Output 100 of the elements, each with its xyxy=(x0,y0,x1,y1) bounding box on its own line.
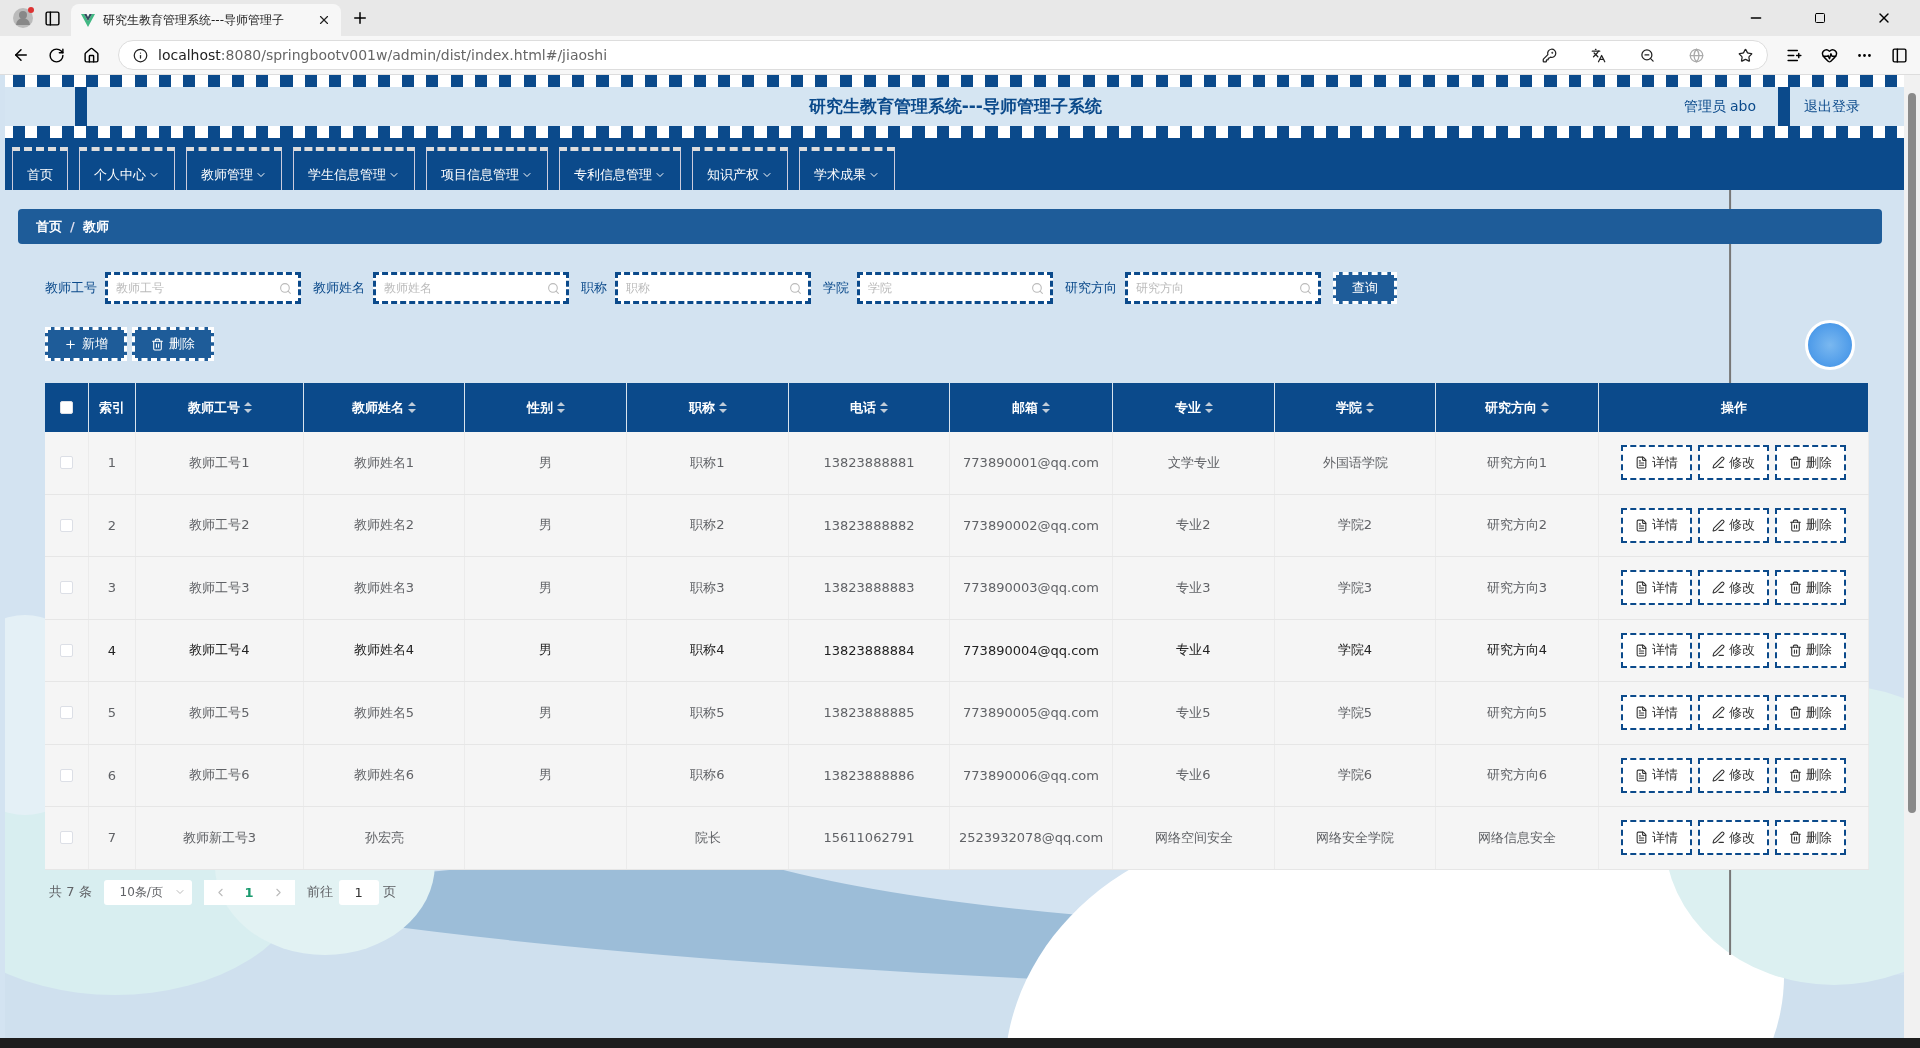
table-cell: 13823888884 xyxy=(823,642,915,658)
action-button[interactable]: 详情 xyxy=(1621,757,1692,793)
action-button[interactable]: 详情 xyxy=(1621,695,1692,731)
action-button[interactable]: 修改 xyxy=(1698,632,1769,668)
table-row[interactable]: 6 教师工号6 教师姓名6 男 职称6 13823888886 773890006@qq.com 专业6 学院6 研究方向6 详情 修改 删除 xyxy=(45,744,1869,807)
column-header[interactable]: 教师工号 xyxy=(136,383,304,432)
address-bar[interactable]: localhost:8080/springbootv001w/admin/dist/index.html#/jiaoshi xyxy=(118,40,1768,70)
nav-item[interactable]: 学生信息管理 xyxy=(293,147,415,190)
sort-icon[interactable] xyxy=(243,402,252,413)
action-button[interactable]: 删除 xyxy=(1775,507,1846,543)
table-row[interactable]: 3 教师工号3 教师姓名3 男 职称3 13823888883 773890003@qq.com 专业3 学院3 研究方向3 详情 修改 删除 xyxy=(45,557,1869,620)
select-all-checkbox[interactable] xyxy=(60,401,73,414)
sidebar-icon[interactable] xyxy=(1891,46,1908,64)
nav-item[interactable]: 项目信息管理 xyxy=(426,147,548,190)
action-button[interactable]: 删除 xyxy=(1775,570,1846,606)
translate-icon[interactable] xyxy=(1591,47,1606,63)
breadcrumb-item[interactable]: 首页 xyxy=(36,217,62,236)
nav-item[interactable]: 学术成果 xyxy=(799,147,895,190)
column-header[interactable]: 职称 xyxy=(627,383,789,432)
action-button[interactable]: 修改 xyxy=(1698,695,1769,731)
profile-icon[interactable] xyxy=(12,7,34,29)
action-button[interactable]: 详情 xyxy=(1621,445,1692,481)
sort-icon[interactable] xyxy=(1042,402,1050,413)
tabs-icon[interactable] xyxy=(44,9,61,27)
back-icon[interactable] xyxy=(12,46,30,64)
action-button[interactable]: 修改 xyxy=(1698,445,1769,481)
sort-icon[interactable] xyxy=(718,402,727,413)
table-cell: 教师工号4 xyxy=(189,641,250,660)
action-button[interactable]: 修改 xyxy=(1698,820,1769,856)
nav-item[interactable]: 知识产权 xyxy=(692,147,788,190)
sort-icon[interactable] xyxy=(880,402,888,413)
close-icon[interactable] xyxy=(317,13,331,27)
sort-icon[interactable] xyxy=(556,402,565,413)
table-cell: 773890005@qq.com xyxy=(963,705,1099,721)
table-row[interactable]: 7 教师新工号3 孙宏亮 院长 15611062791 2523932078@qq.com 网络空间安全 网络安全学院 网络信息安全 详情 修改 删除 xyxy=(45,807,1869,870)
row-checkbox[interactable] xyxy=(60,456,73,470)
home-icon[interactable] xyxy=(83,46,100,64)
action-button[interactable]: 修改 xyxy=(1698,570,1769,606)
key-icon[interactable] xyxy=(1542,47,1557,63)
page-number[interactable]: 1 xyxy=(244,884,254,900)
nav-item[interactable]: 专利信息管理 xyxy=(559,147,681,190)
search-field[interactable]: 教师姓名 xyxy=(373,272,569,304)
row-checkbox[interactable] xyxy=(60,831,73,845)
table-cell: 3 xyxy=(107,580,117,596)
column-header[interactable]: 教师姓名 xyxy=(304,383,465,432)
reload-icon[interactable] xyxy=(48,46,65,64)
table-row[interactable]: 1 教师工号1 教师姓名1 男 职称1 13823888881 773890001@qq.com 文学专业 外国语学院 研究方向1 详情 修改 删除 xyxy=(45,432,1869,495)
browser-tab[interactable]: 研究生教育管理系统---导师管理子 xyxy=(71,4,341,36)
row-checkbox[interactable] xyxy=(60,706,73,720)
action-button[interactable]: 修改 xyxy=(1698,507,1769,543)
table-cell: 教师工号6 xyxy=(189,766,250,785)
search-field[interactable]: 教师工号 xyxy=(105,272,301,304)
action-button[interactable]: 详情 xyxy=(1621,570,1692,606)
table-row[interactable]: 4 教师工号4 教师姓名4 男 职称4 13823888884 773890004@qq.com 专业4 学院4 研究方向4 详情 修改 删除 xyxy=(45,619,1869,682)
action-button[interactable]: 删除 xyxy=(1775,757,1846,793)
row-checkbox[interactable] xyxy=(60,768,73,782)
table-row[interactable]: 5 教师工号5 教师姓名5 男 职称5 13823888885 773890005@qq.com 专业5 学院5 研究方向5 详情 修改 删除 xyxy=(45,682,1869,745)
star-icon[interactable] xyxy=(1738,47,1753,63)
sort-icon[interactable] xyxy=(408,402,416,413)
search-field[interactable]: 职称 xyxy=(615,272,811,304)
sort-icon[interactable] xyxy=(1541,402,1549,413)
action-button[interactable]: 删除 xyxy=(1775,445,1846,481)
column-header[interactable]: 邮箱 xyxy=(950,383,1113,432)
column-header[interactable]: 电话 xyxy=(789,383,950,432)
column-header[interactable]: 专业 xyxy=(1113,383,1275,432)
add-button[interactable]: 新增 xyxy=(45,327,127,361)
nav-item[interactable]: 个人中心 xyxy=(79,147,175,190)
row-checkbox[interactable] xyxy=(60,581,73,595)
column-header[interactable]: 性别 xyxy=(465,383,627,432)
scrollbar-thumb[interactable] xyxy=(1908,93,1916,813)
column-header[interactable]: 研究方向 xyxy=(1436,383,1599,432)
zoom-out-icon[interactable] xyxy=(1640,47,1655,63)
sort-icon[interactable] xyxy=(1204,402,1213,413)
page-size-select[interactable]: 10条/页 xyxy=(103,879,192,905)
action-button[interactable]: 详情 xyxy=(1621,507,1692,543)
delete-button[interactable]: 删除 xyxy=(132,327,214,361)
action-button[interactable]: 详情 xyxy=(1621,820,1692,856)
action-button[interactable]: 详情 xyxy=(1621,632,1692,668)
pen-icon xyxy=(1712,643,1725,657)
search-field[interactable]: 研究方向 xyxy=(1125,272,1321,304)
breadcrumb-separator: / xyxy=(70,219,75,234)
restore-icon[interactable] xyxy=(1814,12,1826,24)
action-button[interactable]: 删除 xyxy=(1775,632,1846,668)
table-cell: 7 xyxy=(107,830,117,846)
new-tab-icon[interactable] xyxy=(351,9,369,27)
search-field[interactable]: 学院 xyxy=(857,272,1053,304)
search-button[interactable]: 查询 xyxy=(1333,272,1397,304)
column-header[interactable]: 学院 xyxy=(1275,383,1436,432)
action-button[interactable]: 删除 xyxy=(1775,820,1846,856)
nav-item[interactable]: 教师管理 xyxy=(186,147,282,190)
sort-icon[interactable] xyxy=(1366,402,1374,413)
row-checkbox[interactable] xyxy=(60,518,73,532)
logout-link[interactable]: 退出登录 xyxy=(1804,97,1860,116)
action-button[interactable]: 删除 xyxy=(1775,695,1846,731)
breadcrumb-item[interactable]: 教师 xyxy=(82,217,109,236)
nav-item[interactable]: 首页 xyxy=(12,147,68,190)
health-icon[interactable] xyxy=(1821,46,1838,64)
table-row[interactable]: 2 教师工号2 教师姓名2 男 职称2 13823888882 773890002@qq.com 专业2 学院2 研究方向2 详情 修改 删除 xyxy=(45,494,1869,557)
action-button[interactable]: 修改 xyxy=(1698,757,1769,793)
row-checkbox[interactable] xyxy=(60,643,73,657)
